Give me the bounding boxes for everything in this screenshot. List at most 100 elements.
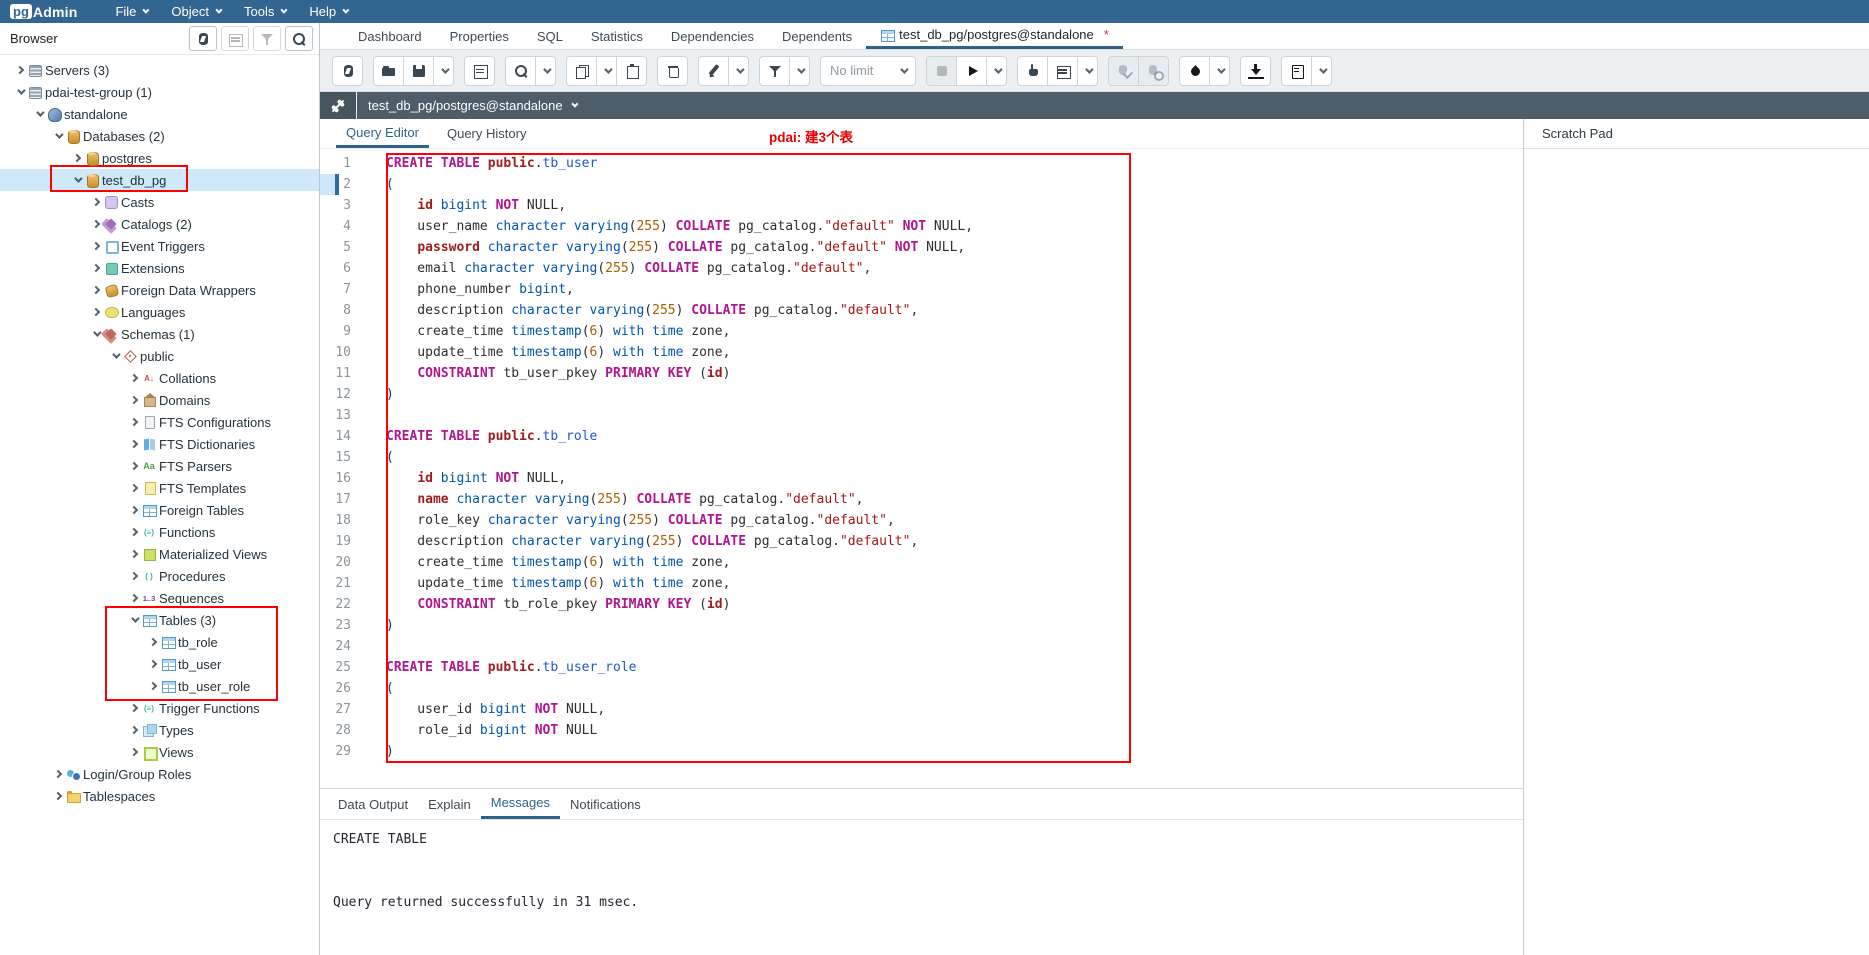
fetch-hand-button[interactable] xyxy=(1017,56,1048,86)
dependencies-grid-button[interactable] xyxy=(221,26,249,51)
tab-dashboard[interactable]: Dashboard xyxy=(344,23,436,49)
caret-down-button[interactable] xyxy=(789,56,810,86)
sql-code[interactable]: CREATE TABLE public.tb_user( id bigint N… xyxy=(360,149,1523,788)
tree-item-foreign-tables[interactable]: Foreign Tables xyxy=(0,499,319,521)
expander-icon[interactable] xyxy=(126,436,142,452)
copy-button[interactable] xyxy=(566,56,597,86)
tab-messages[interactable]: Messages xyxy=(481,789,560,819)
tab-sql[interactable]: SQL xyxy=(523,23,577,49)
tree-item-login-group-roles[interactable]: Login/Group Roles xyxy=(0,763,319,785)
tree-item-public[interactable]: public xyxy=(0,345,319,367)
tab-dependencies[interactable]: Dependencies xyxy=(657,23,768,49)
expander-icon[interactable] xyxy=(126,524,142,540)
execute-button[interactable] xyxy=(956,56,987,86)
tree-item-types[interactable]: Types xyxy=(0,719,319,741)
expander-icon[interactable] xyxy=(126,612,142,628)
tree-item-tablespaces[interactable]: Tablespaces xyxy=(0,785,319,807)
tree-item-test-db-pg[interactable]: test_db_pg xyxy=(0,169,319,191)
tree-item-databases-2[interactable]: Databases (2) xyxy=(0,125,319,147)
menu-tools[interactable]: Tools xyxy=(232,0,297,23)
edit-button[interactable] xyxy=(698,56,729,86)
expander-icon[interactable] xyxy=(145,634,161,650)
tab-dependents[interactable]: Dependents xyxy=(768,23,866,49)
expander-icon[interactable] xyxy=(126,700,142,716)
query-tool-button[interactable] xyxy=(332,56,363,86)
tree-item-views[interactable]: Views xyxy=(0,741,319,763)
expander-icon[interactable] xyxy=(12,84,28,100)
tree-item-collations[interactable]: A↓Collations xyxy=(0,367,319,389)
tree-item-tb-user-role[interactable]: tb_user_role xyxy=(0,675,319,697)
tree-item-postgres[interactable]: postgres xyxy=(0,147,319,169)
tree-item-materialized-views[interactable]: Materialized Views xyxy=(0,543,319,565)
expander-icon[interactable] xyxy=(126,744,142,760)
expander-icon[interactable] xyxy=(126,392,142,408)
tree-item-fts-dictionaries[interactable]: FTS Dictionaries xyxy=(0,433,319,455)
caret-down-button[interactable] xyxy=(1077,56,1098,86)
tree-item-fts-parsers[interactable]: AaFTS Parsers xyxy=(0,455,319,477)
tab-notifications[interactable]: Notifications xyxy=(560,789,651,819)
expander-icon[interactable] xyxy=(69,150,85,166)
tree-item-languages[interactable]: Languages xyxy=(0,301,319,323)
expander-icon[interactable] xyxy=(126,722,142,738)
tree-item-casts[interactable]: Casts xyxy=(0,191,319,213)
tree-item-event-triggers[interactable]: Event Triggers xyxy=(0,235,319,257)
download-button[interactable] xyxy=(1240,56,1271,86)
caret-down-button[interactable] xyxy=(1209,56,1230,86)
expander-icon[interactable] xyxy=(12,62,28,78)
tab-explain[interactable]: Explain xyxy=(418,789,481,819)
expander-icon[interactable] xyxy=(88,326,104,342)
tree-item-fts-templates[interactable]: FTS Templates xyxy=(0,477,319,499)
expander-icon[interactable] xyxy=(88,238,104,254)
expander-icon[interactable] xyxy=(50,766,66,782)
sql-editor[interactable]: 1234567891011121314151617181920212223242… xyxy=(320,149,1523,788)
expander-icon[interactable] xyxy=(50,128,66,144)
expander-icon[interactable] xyxy=(145,678,161,694)
tree-item-catalogs-2[interactable]: Catalogs (2) xyxy=(0,213,319,235)
expander-icon[interactable] xyxy=(107,348,123,364)
expander-icon[interactable] xyxy=(145,656,161,672)
expander-icon[interactable] xyxy=(126,370,142,386)
fetch-grid-button[interactable] xyxy=(1047,56,1078,86)
expander-icon[interactable] xyxy=(88,216,104,232)
save-button[interactable] xyxy=(403,56,434,86)
expander-icon[interactable] xyxy=(126,546,142,562)
tree-item-extensions[interactable]: Extensions xyxy=(0,257,319,279)
tab-query-history[interactable]: Query History xyxy=(437,119,536,148)
expander-icon[interactable] xyxy=(69,172,85,188)
tree-item-fts-configurations[interactable]: FTS Configurations xyxy=(0,411,319,433)
expander-icon[interactable] xyxy=(88,282,104,298)
object-explorer-button[interactable] xyxy=(189,26,217,51)
tab-query-editor[interactable]: Query Editor xyxy=(336,119,429,148)
tree-item-standalone[interactable]: standalone xyxy=(0,103,319,125)
search-objects-button[interactable] xyxy=(285,26,313,51)
caret-down-button[interactable] xyxy=(986,56,1007,86)
tab-properties[interactable]: Properties xyxy=(436,23,523,49)
tree-item-domains[interactable]: Domains xyxy=(0,389,319,411)
tree-item-tb-user[interactable]: tb_user xyxy=(0,653,319,675)
expander-icon[interactable] xyxy=(126,414,142,430)
tree-item-foreign-data-wrappers[interactable]: Foreign Data Wrappers xyxy=(0,279,319,301)
tree-item-schemas-1[interactable]: Schemas (1) xyxy=(0,323,319,345)
search-button[interactable] xyxy=(505,56,536,86)
tree-item-procedures[interactable]: ( )Procedures xyxy=(0,565,319,587)
tree-item-tb-role[interactable]: tb_role xyxy=(0,631,319,653)
filter-button[interactable] xyxy=(759,56,790,86)
delete-button[interactable] xyxy=(657,56,688,86)
filter-grid-button[interactable] xyxy=(253,26,281,51)
menu-object[interactable]: Object xyxy=(159,0,232,23)
expander-icon[interactable] xyxy=(126,590,142,606)
expander-icon[interactable] xyxy=(50,788,66,804)
scratch-pad-input[interactable] xyxy=(1524,149,1869,955)
connection-selector[interactable]: test_db_pg/postgres@standalone xyxy=(357,98,576,113)
macros-button[interactable] xyxy=(1281,56,1312,86)
tab-statistics[interactable]: Statistics xyxy=(577,23,657,49)
row-limit-select[interactable]: No limit xyxy=(820,56,916,86)
tree-item-sequences[interactable]: 1..3Sequences xyxy=(0,587,319,609)
expander-icon[interactable] xyxy=(126,568,142,584)
menu-help[interactable]: Help xyxy=(297,0,359,23)
expander-icon[interactable] xyxy=(126,502,142,518)
caret-down-button[interactable] xyxy=(433,56,454,86)
paste-button[interactable] xyxy=(616,56,647,86)
caret-down-button[interactable] xyxy=(596,56,617,86)
menu-file[interactable]: File xyxy=(103,0,159,23)
